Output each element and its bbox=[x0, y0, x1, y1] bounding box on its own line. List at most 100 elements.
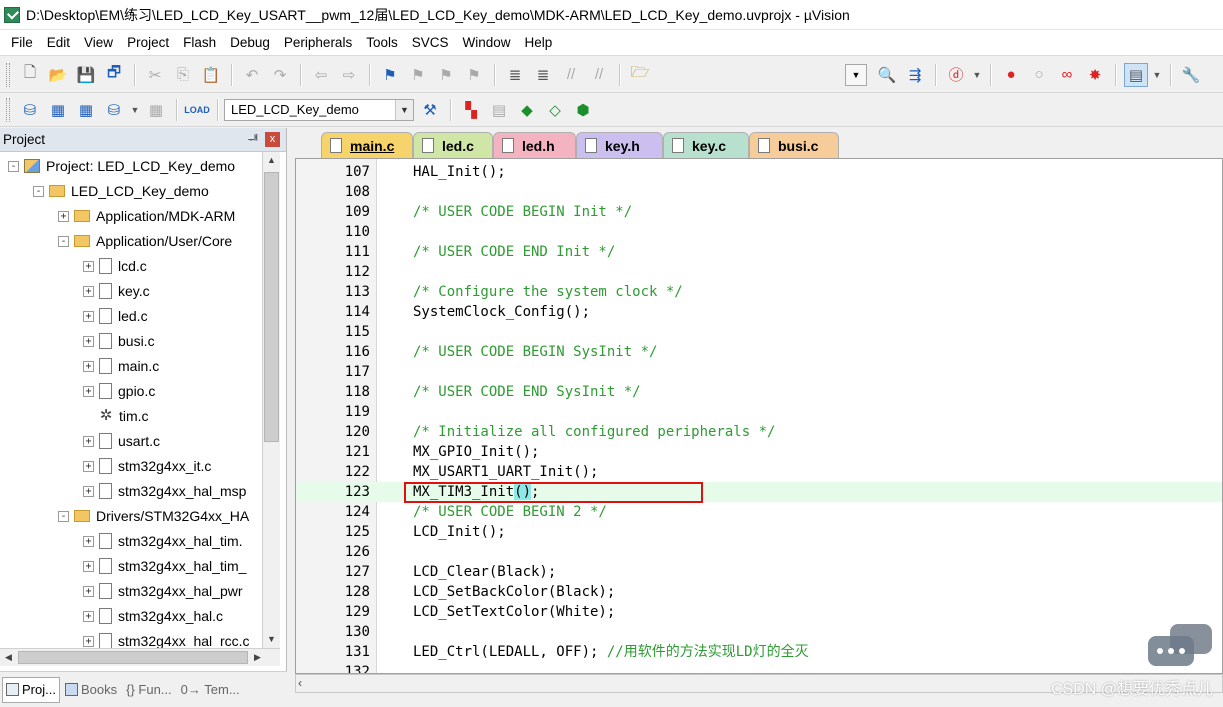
debug-session-icon[interactable]: ⓓ bbox=[944, 63, 968, 87]
menu-flash[interactable]: Flash bbox=[176, 30, 223, 56]
tree-item[interactable]: + stm32g4xx_hal_tim. bbox=[83, 530, 243, 552]
tab-key-h[interactable]: key.h bbox=[576, 132, 663, 158]
expand-icon[interactable]: + bbox=[83, 435, 94, 447]
collapse-icon[interactable]: - bbox=[58, 235, 69, 247]
tree-item[interactable]: + stm32g4xx_it.c bbox=[83, 455, 211, 477]
menu-edit[interactable]: Edit bbox=[40, 30, 77, 56]
toolbar-grip[interactable] bbox=[6, 62, 10, 87]
stop-build-icon[interactable]: ▦ bbox=[144, 98, 168, 122]
scrollbar-thumb[interactable] bbox=[18, 651, 248, 664]
menu-view[interactable]: View bbox=[77, 30, 120, 56]
tree-item[interactable]: - Application/User/Core bbox=[58, 230, 232, 252]
tab-busi-c[interactable]: busi.c bbox=[749, 132, 839, 158]
code-editor[interactable]: 107 HAL_Init(); 108 109 /* USER CODE BEGIN… bbox=[295, 158, 1223, 674]
tab-main-c[interactable]: main.c bbox=[321, 132, 413, 158]
menu-debug[interactable]: Debug bbox=[223, 30, 277, 56]
tree-item[interactable]: + gpio.c bbox=[83, 380, 155, 402]
batch-build-icon[interactable]: ⛁ bbox=[102, 98, 126, 122]
pack-installer-icon[interactable]: ◇ bbox=[543, 98, 567, 122]
expand-icon[interactable]: + bbox=[83, 260, 94, 272]
debug-dropdown-icon[interactable]: ▼ bbox=[972, 63, 982, 87]
tree-item[interactable]: + led.c bbox=[83, 305, 148, 327]
expand-icon[interactable]: + bbox=[83, 610, 94, 622]
manage-rte-icon[interactable]: ◆ bbox=[515, 98, 539, 122]
menu-tools[interactable]: Tools bbox=[359, 30, 405, 56]
expand-icon[interactable]: + bbox=[83, 310, 94, 322]
scroll-down-icon[interactable]: ▼ bbox=[263, 631, 280, 648]
layout-dropdown-icon[interactable]: ▼ bbox=[1152, 63, 1162, 87]
menu-file[interactable]: File bbox=[4, 30, 40, 56]
comment-icon[interactable]: // bbox=[559, 63, 583, 87]
tab-led-h[interactable]: led.h bbox=[493, 132, 576, 158]
find-combo-dropdown[interactable]: ▼ bbox=[845, 63, 867, 86]
scrollbar-thumb[interactable] bbox=[264, 172, 279, 442]
close-icon[interactable]: x bbox=[265, 132, 280, 147]
open-file-icon[interactable]: 📂 bbox=[46, 63, 70, 87]
tree-item[interactable]: - LED_LCD_Key_demo bbox=[33, 180, 209, 202]
clear-bookmarks-icon[interactable]: ⚑ bbox=[462, 63, 486, 87]
save-all-icon[interactable]: 🗗 bbox=[102, 63, 126, 87]
tree-item[interactable]: + stm32g4xx_hal_msp bbox=[83, 480, 246, 502]
expand-icon[interactable]: + bbox=[83, 635, 94, 647]
copy-icon[interactable]: ⎘ bbox=[171, 63, 195, 87]
tree-item[interactable]: + key.c bbox=[83, 280, 150, 302]
pin-icon[interactable]: ᆊ bbox=[245, 131, 261, 148]
next-bookmark-icon[interactable]: ⚑ bbox=[434, 63, 458, 87]
tree-item[interactable]: + stm32g4xx_hal.c bbox=[83, 605, 223, 627]
expand-icon[interactable]: + bbox=[83, 460, 94, 472]
batch-dropdown-icon[interactable]: ▼ bbox=[130, 98, 140, 122]
scroll-left-icon[interactable]: ◀ bbox=[0, 649, 17, 666]
run-time-environment-icon[interactable]: ⬢ bbox=[571, 98, 595, 122]
download-load-icon[interactable]: LOAD bbox=[184, 98, 210, 122]
menu-window[interactable]: Window bbox=[455, 30, 517, 56]
menu-project[interactable]: Project bbox=[120, 30, 176, 56]
unindent-icon[interactable]: ≣ bbox=[531, 63, 555, 87]
expand-icon[interactable]: + bbox=[83, 385, 94, 397]
new-file-icon[interactable]: 🗋 bbox=[18, 63, 42, 87]
scroll-right-icon[interactable]: ▶ bbox=[249, 649, 266, 666]
kill-breakpoints-icon[interactable]: ✸ bbox=[1083, 63, 1107, 87]
expand-icon[interactable]: + bbox=[58, 210, 69, 222]
tab-key-c[interactable]: key.c bbox=[663, 132, 749, 158]
tree-item[interactable]: + main.c bbox=[83, 355, 159, 377]
menu-help[interactable]: Help bbox=[518, 30, 560, 56]
find-in-files-icon[interactable]: 🗁 bbox=[628, 63, 652, 87]
insert-breakpoint-icon[interactable]: ● bbox=[999, 63, 1023, 87]
disable-breakpoints-icon[interactable]: ∞ bbox=[1055, 63, 1079, 87]
expand-icon[interactable]: + bbox=[83, 485, 94, 497]
menu-peripherals[interactable]: Peripherals bbox=[277, 30, 359, 56]
target-options-icon[interactable]: ⚒ bbox=[418, 98, 442, 122]
nav-forward-icon[interactable]: ⇨ bbox=[337, 63, 361, 87]
tree-item[interactable]: + Application/MDK-ARM bbox=[58, 205, 235, 227]
project-tree-horizontal-scrollbar[interactable]: ◀ ▶ bbox=[0, 648, 280, 666]
tree-item[interactable]: + stm32g4xx_hal_tim_ bbox=[83, 555, 246, 577]
chevron-down-icon[interactable]: ▼ bbox=[395, 99, 413, 120]
tab-templates[interactable]: 0→ Tem... bbox=[177, 677, 244, 703]
toolbar-grip[interactable] bbox=[6, 97, 10, 122]
tree-item[interactable]: + stm32g4xx_hal_pwr bbox=[83, 580, 243, 602]
expand-icon[interactable]: + bbox=[83, 335, 94, 347]
indent-icon[interactable]: ≣ bbox=[503, 63, 527, 87]
redo-icon[interactable]: ↷ bbox=[268, 63, 292, 87]
tree-item[interactable]: + lcd.c bbox=[83, 255, 147, 277]
scroll-up-icon[interactable]: ▲ bbox=[263, 152, 280, 169]
rebuild-icon[interactable]: ▦ bbox=[74, 98, 98, 122]
collapse-icon[interactable]: - bbox=[58, 510, 69, 522]
prev-bookmark-icon[interactable]: ⚑ bbox=[406, 63, 430, 87]
find-icon[interactable]: 🔍 bbox=[875, 63, 899, 87]
tab-led-c[interactable]: led.c bbox=[413, 132, 493, 158]
cut-icon[interactable]: ✂ bbox=[143, 63, 167, 87]
enable-breakpoint-icon[interactable]: ○ bbox=[1027, 63, 1051, 87]
menu-svcs[interactable]: SVCS bbox=[405, 30, 456, 56]
window-layout-icon[interactable]: ▤ bbox=[1124, 62, 1148, 87]
expand-icon[interactable]: + bbox=[83, 585, 94, 597]
tree-item[interactable]: + busi.c bbox=[83, 330, 155, 352]
build-icon[interactable]: ▦ bbox=[46, 98, 70, 122]
expand-icon[interactable]: + bbox=[83, 360, 94, 372]
configure-icon[interactable]: 🔧 bbox=[1179, 63, 1203, 87]
manage-project-items-icon[interactable]: ▚ bbox=[459, 98, 483, 122]
tree-item[interactable]: - Project: LED_LCD_Key_demo bbox=[8, 155, 235, 177]
tab-project[interactable]: Proj... bbox=[2, 676, 60, 703]
uncomment-icon[interactable]: // bbox=[587, 63, 611, 87]
select-packs-icon[interactable]: ▤ bbox=[487, 98, 511, 122]
